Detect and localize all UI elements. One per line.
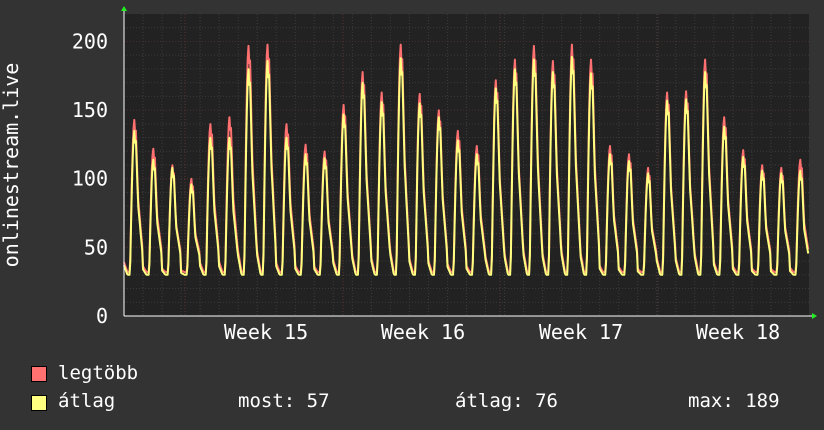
y-axis-arrow-icon — [121, 6, 127, 11]
y-tick-label: 200 — [72, 29, 108, 53]
x-tick-label: Week 16 — [381, 320, 465, 344]
legend-avg-swatch — [31, 395, 47, 411]
y-tick-label: 50 — [84, 235, 108, 259]
stat-now: most: 57 — [238, 390, 330, 412]
y-tick-label: 150 — [72, 98, 108, 122]
x-tick-label: Week 18 — [696, 320, 780, 344]
x-tick-label: Week 17 — [539, 320, 623, 344]
y-tick-label: 0 — [96, 304, 108, 328]
x-axis-arrow-icon — [812, 313, 817, 319]
legend-avg-label: átlag — [58, 390, 116, 412]
stat-max: max: 189 — [688, 390, 780, 412]
y-tick-label: 100 — [72, 167, 108, 191]
x-tick-label: Week 15 — [224, 320, 308, 344]
legend-max-swatch — [31, 366, 47, 382]
stat-avg: átlag: 76 — [455, 390, 558, 412]
legend-max-label: legtöbb — [58, 362, 139, 384]
y-axis-label: onlinestream.live — [0, 63, 23, 268]
